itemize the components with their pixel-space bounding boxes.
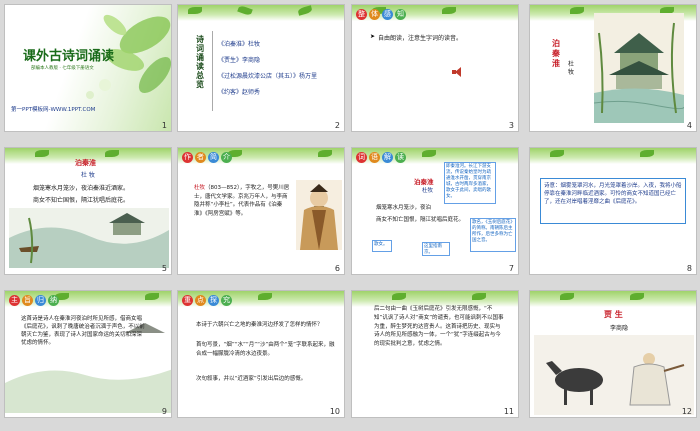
slide-thumbnail-8[interactable]: 诗意：烟雾笼罩河水，月光笼罩着沙岸。入夜，我将小船停靠在秦淮河畔临近酒家。可怜的… [529,147,697,275]
answer-part-2: 次句叙事，并以“近酒家”引发出后边的感慨。 [196,376,307,382]
slide-4-author: 杜 牧 [568,61,575,76]
slide-thumbnail-7[interactable]: 词语解读 泊秦淮 杜牧 烟笼寒水月笼沙，夜泊 商女不知亡国恨，隔江犹唱后庭花。 … [351,147,519,275]
poem-link-1[interactable]: 《泊秦淮》杜牧 [218,39,260,48]
slide-thumbnail-3[interactable]: 整体感知 ➤ 自由朗读，注意生字词的读音。 3 [351,4,519,132]
slide-12-author: 李商隐 [610,325,629,332]
slide-1-subtitle: 部编本人教版 · 七年级下册语文 [31,66,94,71]
slide-thumbnail-10[interactable]: 重点探究 本诗于六朝兴亡之地的秦淮河边抒发了怎样的情怀？ 首句写景，“烟”“水”… [177,290,345,418]
author-bio: 杜牧（803—852），字牧之，号樊川居士，唐代文学家。京兆万年人，与李商隐并称… [194,184,290,218]
poem-line-2: 商女不知亡国恨，隔江犹唱后庭花。 [33,197,130,204]
section-tag: 主旨归纳 [9,295,59,306]
poem-translation-box: 诗意：烟雾笼罩河水，月光笼罩着沙岸。入夜，我将小船停靠在秦淮河畔临近酒家。可怜的… [540,178,686,224]
slide-thumbnail-5[interactable]: 泊秦淮 杜 牧 烟笼寒水月笼沙，夜泊秦淮近酒家。 商女不知亡国恨，隔江犹唱后庭花… [4,147,172,275]
poem-line-1: 烟笼寒水月笼沙，夜泊秦淮近酒家。 [33,185,130,192]
speaker-icon[interactable] [452,67,464,77]
section-tag: 作者简介 [182,152,232,163]
slide-number: 1 [161,121,167,130]
slide-thumbnail-1[interactable]: 课外古诗词诵读 部编本人教版 · 七年级下册语文 第一PPT模板网-WWW.1P… [4,4,172,132]
slide-thumbnail-9[interactable]: 主旨归纳 这首诗是诗人在秦淮河夜泊时所见所感，借商女唱《后庭花》，讽刺了晚唐统治… [4,290,172,418]
slide-number: 10 [329,407,340,416]
slide-2-vertical-title: 诗词诵读总览 [196,35,204,89]
section-tag: 整体感知 [356,9,406,20]
slide-4-title: 泊秦淮 [552,39,560,68]
annotation-houtinghua: 歌名，《玉树后庭花》的简称。南朝陈后主所作，后世多称为亡国之音。 [470,218,516,252]
section-tag: 重点探究 [182,295,232,306]
slide-number: 8 [686,264,692,273]
annotation-jiang: 这里指南京。 [422,242,450,256]
slide-5-author: 杜 牧 [81,172,95,179]
slide-number: 3 [508,121,514,130]
slide-thumbnail-4[interactable]: 泊秦淮 杜 牧 4 [529,4,697,132]
riverside-pavilion-painting [594,13,684,123]
slide-number: 12 [681,407,692,416]
slide-number: 5 [161,264,167,273]
slide-number: 11 [503,407,514,416]
slide-7-author: 杜牧 [422,188,434,194]
poem-link-3[interactable]: 《过松源晨炊漆公店（其五）》杨万里 [218,71,317,80]
slide-thumbnail-6[interactable]: 作者简介 杜牧（803—852），字牧之，号樊川居士，唐代文学家。京兆万年人，与… [177,147,345,275]
slide-1-footer: 第一PPT模板网-WWW.1PPT.COM [11,107,96,113]
author-bio-text: （803—852），字牧之，号樊川居士，唐代文学家。京兆万年人，与李商隐并称“小… [194,185,290,217]
riverside-painting [9,208,169,268]
slide-1-title: 课外古诗词诵读 [23,49,115,64]
section-tag: 词语解读 [356,152,406,163]
slide-12-title: 贾 生 [604,310,623,319]
leaf-banner [178,5,344,21]
slide-7-title: 泊秦淮 [414,178,434,186]
slide-3-instruction: 自由朗读，注意生字词的读音。 [378,35,463,42]
analysis-text: 后二句由一曲《玉树后庭花》引发无限感慨，“不知”讥讽了诗人对“商女”的谴责，也可… [374,306,504,348]
answer-part-1: 首句写景，“烟”“水”“月”“沙”由两个“笼”字联系起来，融合成一幅朦胧冷清的水… [196,342,335,357]
slide-number: 4 [686,121,692,130]
bullet-icon: ➤ [370,33,376,40]
horse-and-scholar-painting [534,335,694,415]
annotation-shangnu: 歌女。 [372,240,392,252]
author-name: 杜牧 [194,185,206,191]
slide-thumbnail-2[interactable]: 诗词诵读总览 《泊秦淮》杜牧 《贾生》李商隐 《过松源晨炊漆公店（其五）》杨万里… [177,4,345,132]
poem-link-4[interactable]: 《约客》赵师秀 [218,87,260,96]
slide-thumbnail-11[interactable]: 后二句由一曲《玉树后庭花》引发无限感慨，“不知”讥讽了诗人对“商女”的谴责，也可… [351,290,519,418]
theme-summary: 这首诗是诗人在秦淮河夜泊时所见所感，借商女唱《后庭花》，讽刺了晚唐统治者沉湎于声… [21,316,145,346]
slide-number: 6 [334,264,340,273]
slide-number: 9 [161,407,167,416]
slide-5-title: 泊秦淮 [75,159,96,167]
poem-line-2: 商女不知亡国恨，隔江犹唱后庭花。 [376,217,465,223]
leaf-banner [530,291,696,307]
question-text: 本诗于六朝兴亡之地的秦淮河边抒发了怎样的情怀？ [196,322,323,328]
annotation-qinhuai: 即秦淮河。长江下游支流，传说秦始皇时为疏通淮水开凿，贯穿南京城，古时两岸多酒家，… [444,162,496,204]
poem-line-1: 烟笼寒水月笼沙，夜泊 [376,205,432,211]
slide-thumbnail-12[interactable]: 贾 生 李商隐 12 [529,290,697,418]
slide-number: 7 [508,264,514,273]
leaf-banner [530,148,696,164]
author-portrait [296,180,342,250]
poem-link-2[interactable]: 《贾生》李商隐 [218,55,260,64]
divider [212,31,213,111]
slide-number: 2 [334,121,340,130]
